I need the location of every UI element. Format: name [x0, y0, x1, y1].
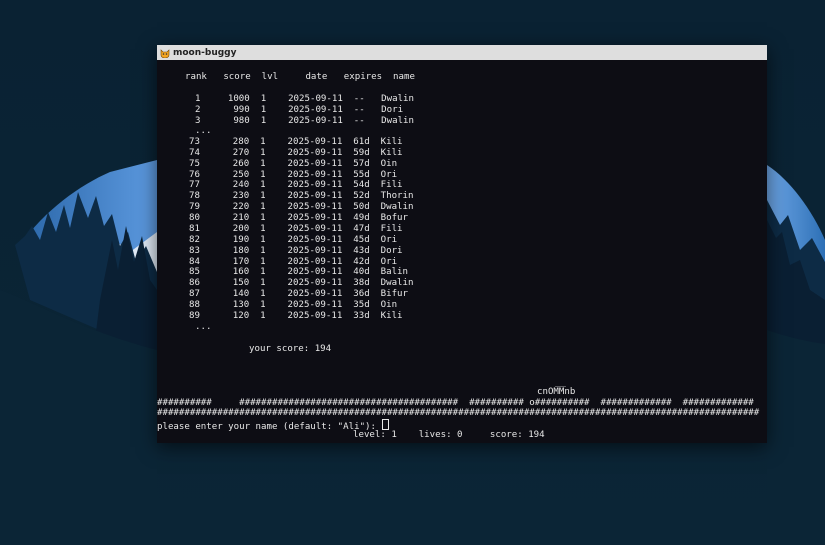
- score-row: 81 200 1 2025-09-11 47d Fili: [189, 224, 403, 234]
- score-row: 1 1000 1 2025-09-11 -- Dwalin: [195, 94, 414, 104]
- score-row: 89 120 1 2025-09-11 33d Kili: [189, 311, 403, 321]
- terminal-screen[interactable]: rank score lvl date expires name 1 1000 …: [157, 60, 767, 443]
- score-row: 82 190 1 2025-09-11 45d Ori: [189, 235, 398, 245]
- score-row: 83 180 1 2025-09-11 43d Dori: [189, 246, 403, 256]
- window-titlebar[interactable]: moon-buggy: [157, 45, 767, 60]
- score-row: 74 270 1 2025-09-11 59d Kili: [189, 148, 403, 158]
- ellipsis: ...: [195, 322, 212, 332]
- prompt-text: please enter your name (default: "Ali"):: [157, 422, 382, 432]
- window-title: moon-buggy: [173, 47, 237, 58]
- score-row: 75 260 1 2025-09-11 57d Oin: [189, 159, 398, 169]
- status-bar: level: 1 lives: 0 score: 194: [353, 430, 545, 440]
- buggy-top: __: [555, 378, 566, 388]
- score-row: 73 280 1 2025-09-11 61d Kili: [189, 137, 403, 147]
- scores-header: rank score lvl date expires name: [185, 72, 415, 82]
- score-row: 87 140 1 2025-09-11 36d Bifur: [189, 289, 408, 299]
- score-row: 79 220 1 2025-09-11 50d Dwalin: [189, 202, 414, 212]
- ellipsis: ...: [195, 126, 212, 136]
- score-row: 3 980 1 2025-09-11 -- Dwalin: [195, 116, 414, 126]
- cat-face-icon: [160, 48, 170, 58]
- ground-base: ########################################…: [157, 408, 760, 418]
- score-row: 86 150 1 2025-09-11 38d Dwalin: [189, 278, 414, 288]
- terminal-window[interactable]: moon-buggy rank score lvl date expires n…: [157, 45, 767, 443]
- score-row: 77 240 1 2025-09-11 54d Fili: [189, 180, 403, 190]
- score-row: 78 230 1 2025-09-11 52d Thorin: [189, 191, 414, 201]
- score-row: 2 990 1 2025-09-11 -- Dori: [195, 105, 404, 115]
- text-cursor[interactable]: [382, 419, 390, 430]
- your-score: your score: 194: [249, 344, 332, 354]
- score-row: 88 130 1 2025-09-11 35d Oin: [189, 300, 398, 310]
- score-row: 80 210 1 2025-09-11 49d Bofur: [189, 213, 408, 223]
- score-row: 85 160 1 2025-09-11 40d Balin: [189, 267, 408, 277]
- moon-buggy: cnOMMnb: [537, 387, 576, 397]
